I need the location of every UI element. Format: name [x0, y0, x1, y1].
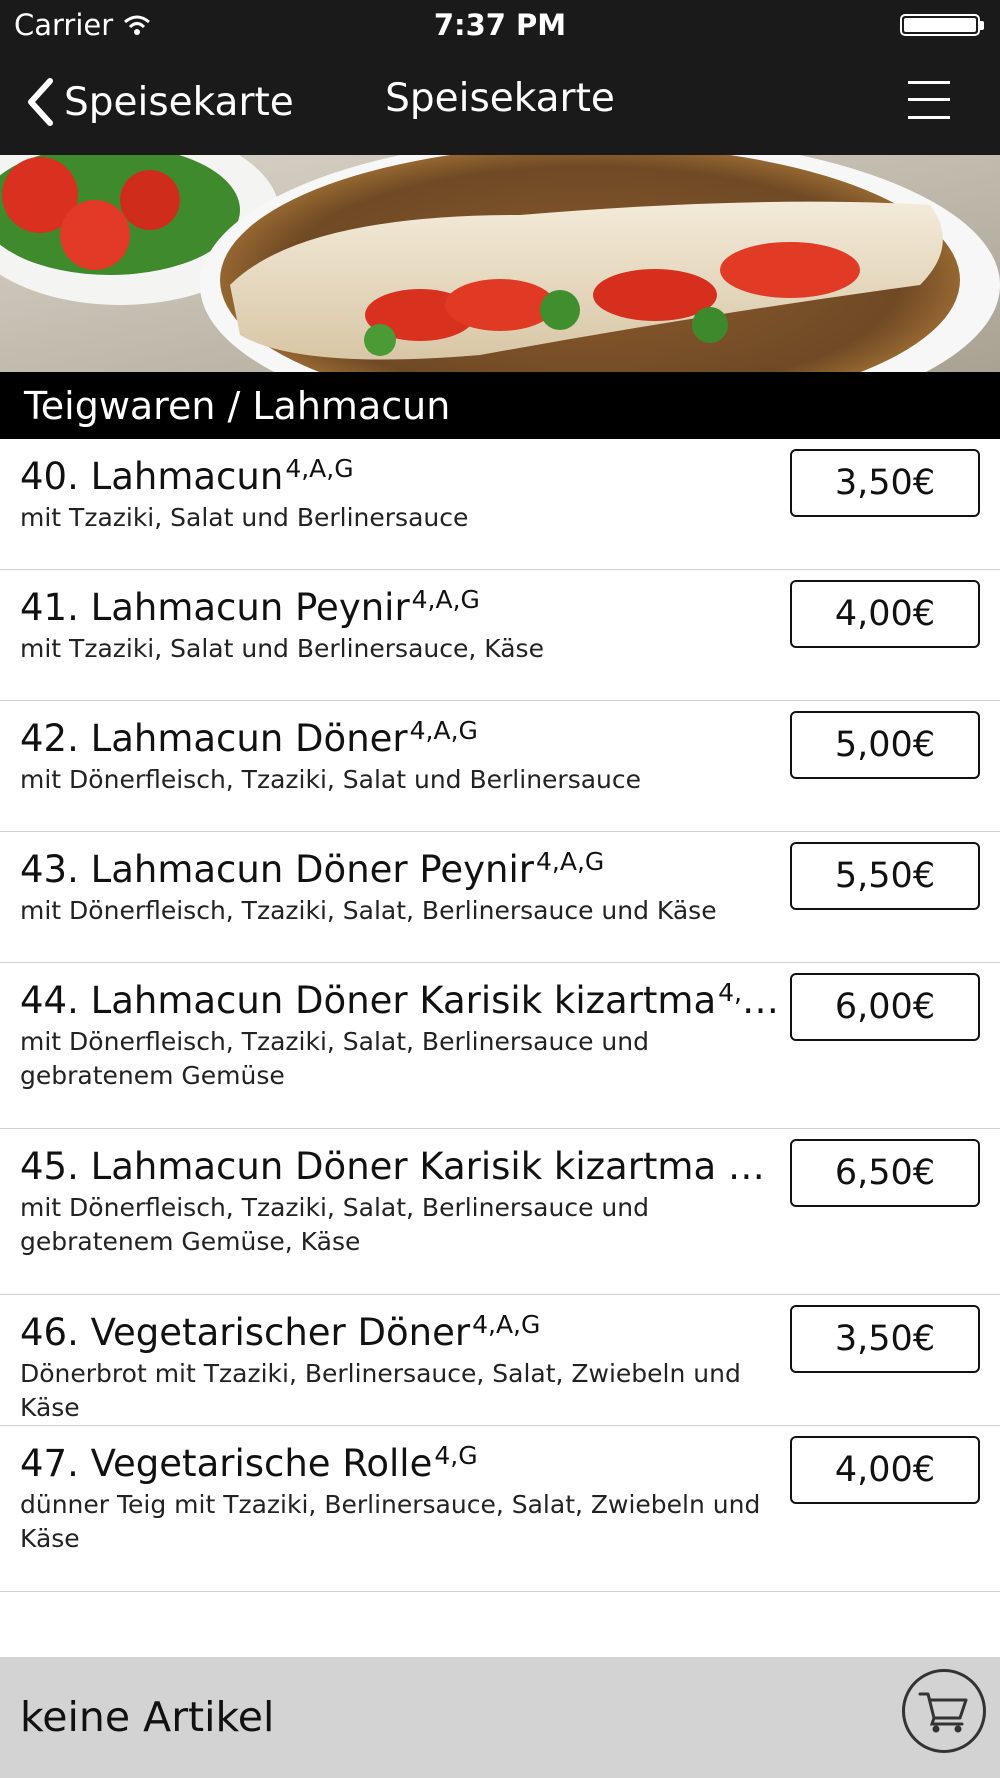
item-name-row: 43. Lahmacun Döner Peynir4,A,G: [20, 848, 780, 892]
item-description: mit Dönerfleisch, Tzaziki, Salat und Ber…: [20, 765, 642, 794]
header: Carrier 7:37 PM Speisekarte Speisekarte: [0, 0, 1000, 155]
item-name: 47. Vegetarische Rolle: [20, 1442, 433, 1485]
add-to-cart-price-button[interactable]: 6,50€: [790, 1139, 980, 1207]
cart-bar[interactable]: keine Artikel: [0, 1657, 1000, 1778]
menu-item[interactable]: 45. Lahmacun Döner Karisik kizartma Pe..…: [0, 1129, 1000, 1295]
item-name: 41. Lahmacun Peynir: [20, 586, 410, 629]
item-name-row: 41. Lahmacun Peynir4,A,G: [20, 586, 780, 630]
hamburger-menu-icon[interactable]: [906, 78, 952, 122]
add-to-cart-price-button[interactable]: 6,00€: [790, 973, 980, 1041]
item-allergens: 4,A,G: [409, 717, 478, 745]
item-name-row: 45. Lahmacun Döner Karisik kizartma Pe..…: [20, 1145, 780, 1189]
add-to-cart-price-button[interactable]: 3,50€: [790, 449, 980, 517]
category-header: Teigwaren / Lahmacun: [0, 372, 1000, 439]
item-description: mit Dönerfleisch, Tzaziki, Salat, Berlin…: [20, 1193, 649, 1256]
navigation-bar: Speisekarte Speisekarte: [0, 50, 1000, 155]
item-allergens: 4,A,G: [411, 586, 480, 614]
add-to-cart-price-button[interactable]: 4,00€: [790, 1436, 980, 1504]
item-description: dünner Teig mit Tzaziki, Berlinersauce, …: [20, 1490, 761, 1553]
item-allergens: 4,A,G: [718, 979, 780, 1007]
item-name-row: 40. Lahmacun4,A,G: [20, 455, 780, 499]
menu-item[interactable]: 46. Vegetarischer Döner4,A,G Dönerbrot m…: [0, 1295, 1000, 1426]
item-allergens: 4,G: [434, 1442, 478, 1470]
shopping-cart-icon: [918, 1692, 968, 1733]
item-description: mit Dönerfleisch, Tzaziki, Salat, Berlin…: [20, 1027, 649, 1090]
cart-status-text: keine Artikel: [20, 1693, 275, 1741]
page-title: Speisekarte: [385, 76, 615, 121]
item-name-row: 46. Vegetarischer Döner4,A,G: [20, 1311, 780, 1355]
battery-icon: [900, 12, 986, 38]
menu-item[interactable]: 43. Lahmacun Döner Peynir4,A,G mit Döner…: [0, 832, 1000, 963]
item-name: 46. Vegetarischer Döner: [20, 1311, 471, 1354]
item-name: 44. Lahmacun Döner Karisik kizartma: [20, 979, 717, 1022]
menu-item[interactable]: 47. Vegetarische Rolle4,G dünner Teig mi…: [0, 1426, 1000, 1592]
menu-item-list: 40. Lahmacun4,A,G mit Tzaziki, Salat und…: [0, 439, 1000, 1592]
item-name: 45. Lahmacun Döner Karisik kizartma Pe..…: [20, 1145, 780, 1188]
clock: 7:37 PM: [433, 8, 567, 42]
cart-button[interactable]: [902, 1669, 986, 1753]
item-allergens: 4,A,G: [472, 1311, 541, 1339]
status-bar: Carrier 7:37 PM: [0, 0, 1000, 50]
item-name-row: 44. Lahmacun Döner Karisik kizartma4,A,G: [20, 979, 780, 1023]
item-name: 40. Lahmacun: [20, 455, 284, 498]
item-name: 42. Lahmacun Döner: [20, 717, 408, 760]
menu-item[interactable]: 40. Lahmacun4,A,G mit Tzaziki, Salat und…: [0, 439, 1000, 570]
item-description: mit Tzaziki, Salat und Berlinersauce: [20, 503, 469, 532]
add-to-cart-price-button[interactable]: 5,00€: [790, 711, 980, 779]
category-title: Teigwaren / Lahmacun: [24, 383, 451, 428]
item-allergens: 4,A,G: [285, 455, 354, 483]
item-description: mit Dönerfleisch, Tzaziki, Salat, Berlin…: [20, 896, 717, 925]
menu-item[interactable]: 41. Lahmacun Peynir4,A,G mit Tzaziki, Sa…: [0, 570, 1000, 701]
item-name-row: 47. Vegetarische Rolle4,G: [20, 1442, 780, 1486]
category-hero-image: [0, 155, 1000, 372]
item-name: 43. Lahmacun Döner Peynir: [20, 848, 534, 891]
item-description: mit Tzaziki, Salat und Berlinersauce, Kä…: [20, 634, 544, 663]
item-allergens: 4,A,G: [535, 848, 605, 876]
menu-item[interactable]: 42. Lahmacun Döner4,A,G mit Dönerfleisch…: [0, 701, 1000, 832]
menu-item[interactable]: 44. Lahmacun Döner Karisik kizartma4,A,G…: [0, 963, 1000, 1129]
add-to-cart-price-button[interactable]: 3,50€: [790, 1305, 980, 1373]
add-to-cart-price-button[interactable]: 5,50€: [790, 842, 980, 910]
item-description: Dönerbrot mit Tzaziki, Berlinersauce, Sa…: [20, 1359, 741, 1422]
item-name-row: 42. Lahmacun Döner4,A,G: [20, 717, 780, 761]
add-to-cart-price-button[interactable]: 4,00€: [790, 580, 980, 648]
